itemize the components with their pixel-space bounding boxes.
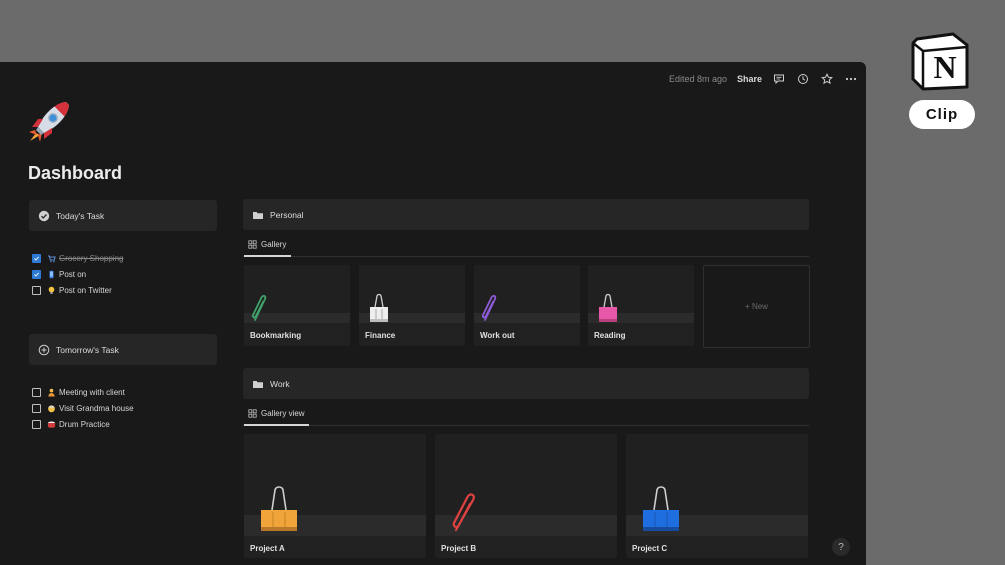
todo-label[interactable]: Post on bbox=[59, 270, 86, 279]
tab-gallery[interactable]: Gallery bbox=[248, 240, 286, 253]
notion-window: Edited 8m ago Share Dashboard Today's Ta… bbox=[0, 62, 866, 565]
clip-badge: Clip bbox=[909, 100, 975, 129]
work-label: Work bbox=[270, 378, 290, 389]
gallery-card-reading[interactable]: Reading bbox=[588, 265, 694, 346]
card-title: Project A bbox=[250, 544, 285, 553]
binder-clip-pink-icon bbox=[599, 293, 617, 322]
checkbox-checked[interactable] bbox=[32, 253, 41, 263]
binder-clip-blue-icon bbox=[643, 486, 679, 531]
clock-icon[interactable] bbox=[796, 72, 810, 86]
logo-letter: N bbox=[933, 49, 956, 85]
person-icon bbox=[47, 388, 56, 397]
gallery-card-work-out[interactable]: Work out bbox=[474, 265, 580, 346]
more-icon[interactable] bbox=[844, 72, 858, 86]
card-title: Finance bbox=[365, 331, 396, 340]
folder-icon bbox=[252, 378, 264, 390]
todo-label[interactable]: Post on Twitter bbox=[59, 286, 112, 295]
todo-item: Meeting with client bbox=[32, 385, 125, 399]
checkbox[interactable] bbox=[32, 419, 41, 429]
paperclip-green-icon bbox=[251, 294, 267, 321]
phone-icon bbox=[47, 270, 56, 279]
gallery-card-finance[interactable]: Finance bbox=[359, 265, 465, 346]
notion-logo-icon: N bbox=[911, 32, 969, 91]
tomorrow-task-label: Tomorrow's Task bbox=[56, 344, 119, 355]
todo-label[interactable]: Drum Practice bbox=[59, 420, 110, 429]
gallery-icon bbox=[248, 240, 257, 249]
drum-icon bbox=[47, 420, 56, 429]
card-title: Reading bbox=[594, 331, 626, 340]
face-icon bbox=[47, 404, 56, 413]
tab-selected-indicator bbox=[244, 424, 309, 426]
today-task-header[interactable]: Today's Task bbox=[29, 200, 217, 231]
gallery-card-project-a[interactable]: Project A bbox=[244, 434, 426, 558]
card-title: Work out bbox=[480, 331, 515, 340]
todo-item: Post on bbox=[32, 267, 86, 281]
rocket-icon[interactable] bbox=[26, 97, 74, 145]
todo-label[interactable]: Grocery Shopping bbox=[59, 254, 123, 263]
paperclip-purple-icon bbox=[481, 294, 497, 321]
card-title: Bookmarking bbox=[250, 331, 302, 340]
gallery-icon bbox=[248, 409, 257, 418]
help-button[interactable]: ? bbox=[832, 538, 850, 556]
work-header[interactable]: Work bbox=[243, 368, 809, 399]
plus-circle-icon bbox=[38, 344, 50, 356]
folder-icon bbox=[252, 209, 264, 221]
tab-divider bbox=[243, 425, 809, 426]
todo-item: Grocery Shopping bbox=[32, 251, 123, 265]
personal-header[interactable]: Personal bbox=[243, 199, 809, 230]
checkbox[interactable] bbox=[32, 285, 41, 295]
card-title: Project C bbox=[632, 544, 668, 553]
todo-label[interactable]: Visit Grandma house bbox=[59, 404, 134, 413]
card-title: Project B bbox=[441, 544, 477, 553]
checkbox[interactable] bbox=[32, 403, 41, 413]
tab-gallery-view[interactable]: Gallery view bbox=[248, 409, 305, 422]
paperclip-red-icon bbox=[452, 493, 475, 532]
todo-item: Drum Practice bbox=[32, 417, 110, 431]
check-circle-icon bbox=[38, 210, 50, 222]
edited-timestamp: Edited 8m ago bbox=[668, 74, 727, 84]
tab-selected-indicator bbox=[244, 255, 291, 257]
binder-clip-orange-icon bbox=[261, 486, 297, 531]
gallery-card-project-b[interactable]: Project B bbox=[435, 434, 617, 558]
checkbox[interactable] bbox=[32, 387, 41, 397]
tab-label: Gallery view bbox=[261, 409, 305, 418]
new-card-button[interactable]: + New bbox=[703, 265, 810, 348]
top-bar: Edited 8m ago Share bbox=[669, 68, 858, 90]
todo-label[interactable]: Meeting with client bbox=[59, 388, 125, 397]
cart-icon bbox=[47, 254, 56, 263]
personal-label: Personal bbox=[270, 209, 304, 220]
todo-item: Post on Twitter bbox=[32, 283, 112, 297]
comment-icon[interactable] bbox=[772, 72, 786, 86]
page-title[interactable]: Dashboard bbox=[28, 163, 122, 184]
tab-label: Gallery bbox=[261, 240, 287, 249]
today-task-label: Today's Task bbox=[56, 210, 105, 221]
gallery-card-bookmarking[interactable]: Bookmarking bbox=[244, 265, 350, 346]
bulb-icon bbox=[47, 286, 56, 295]
checkbox-checked[interactable] bbox=[32, 269, 41, 279]
share-button[interactable]: Share bbox=[737, 74, 762, 84]
tab-divider bbox=[243, 256, 809, 257]
tomorrow-task-header[interactable]: Tomorrow's Task bbox=[29, 334, 217, 365]
star-icon[interactable] bbox=[820, 72, 834, 86]
gallery-card-project-c[interactable]: Project C bbox=[626, 434, 808, 558]
binder-clip-white-icon bbox=[370, 293, 388, 322]
todo-item: Visit Grandma house bbox=[32, 401, 134, 415]
